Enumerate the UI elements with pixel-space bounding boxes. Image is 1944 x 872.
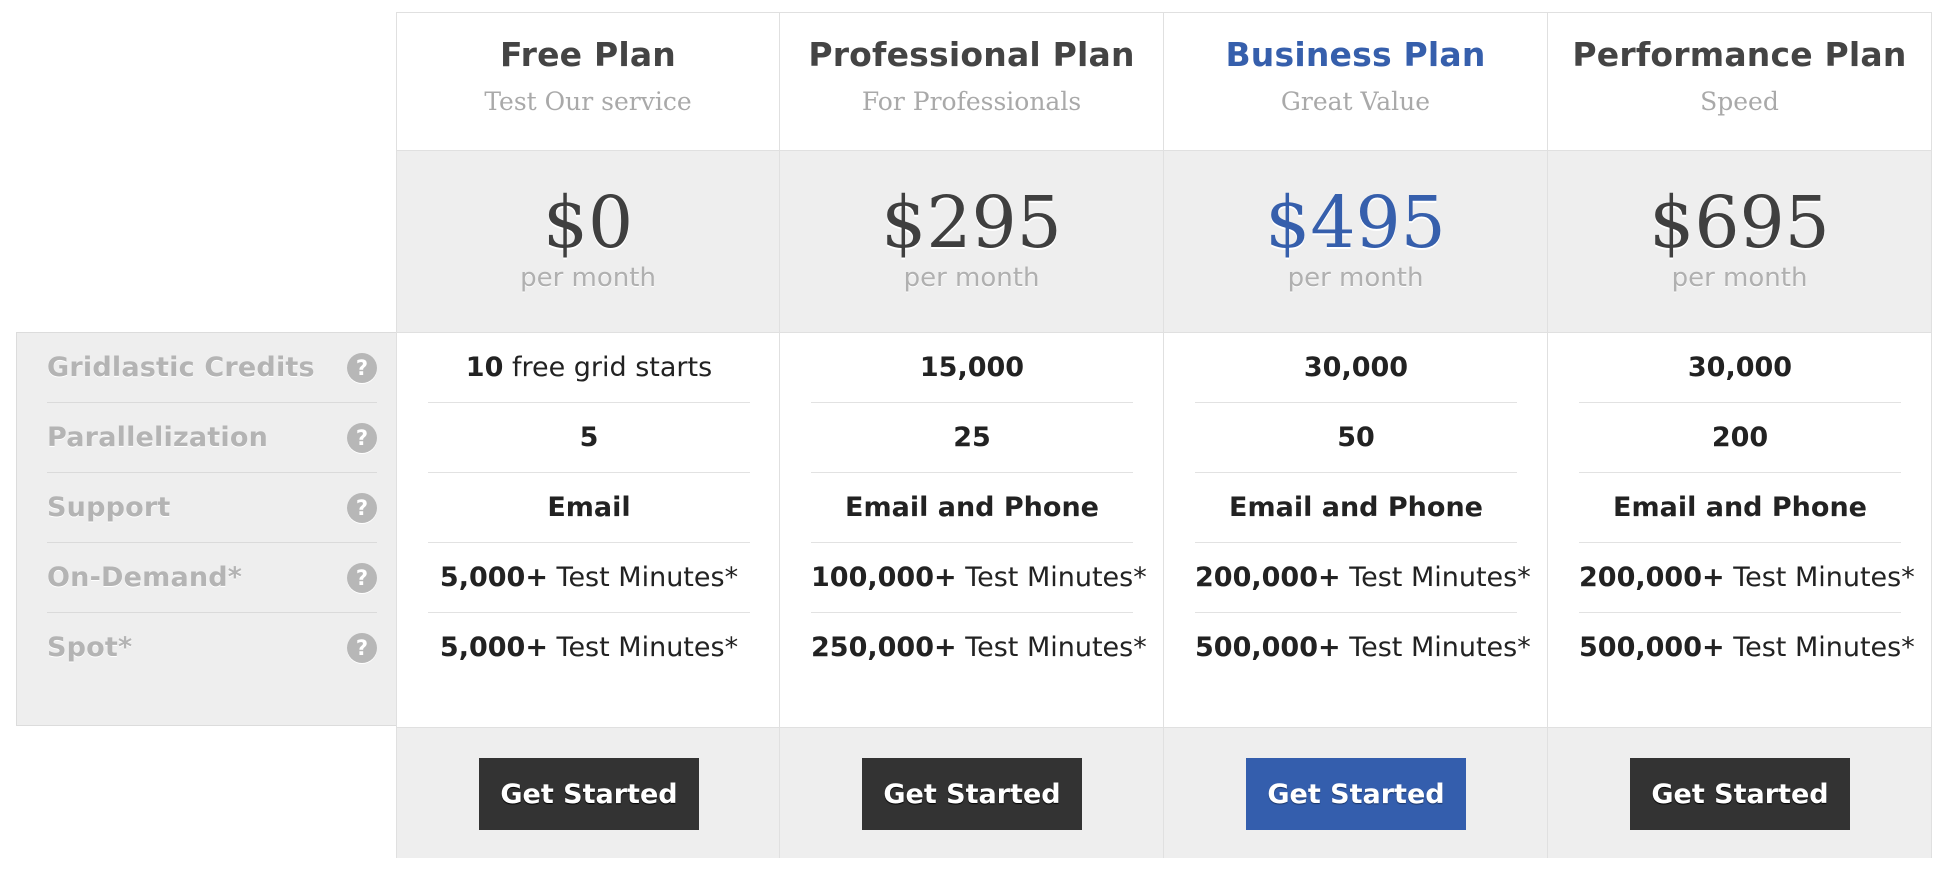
- feature-value: 5,000+ Test Minutes*: [439, 632, 739, 663]
- feature-value: Email and Phone: [811, 473, 1133, 543]
- get-started-button[interactable]: Get Started: [1246, 758, 1466, 830]
- plan-footer: Get Started: [1164, 727, 1547, 858]
- feature-value: 200: [1579, 403, 1901, 473]
- feature-value: Email: [428, 473, 750, 543]
- plan-tagline: Speed: [1700, 87, 1779, 116]
- plan-footer: Get Started: [397, 727, 779, 858]
- plan-professional: Professional Plan For Professionals $295…: [780, 12, 1164, 858]
- feature-value: 30,000: [1579, 333, 1901, 403]
- plan-business: Business Plan Great Value $495 per month…: [1164, 12, 1548, 858]
- plan-name: Free Plan: [499, 35, 677, 74]
- plan-tagline: Test Our service: [484, 87, 692, 116]
- plan-price-panel: $695 per month: [1548, 151, 1931, 333]
- feature-value: Email and Phone: [1195, 473, 1517, 543]
- get-started-button[interactable]: Get Started: [1630, 758, 1850, 830]
- price-amount: $295: [881, 181, 1062, 264]
- plan-header: Professional Plan For Professionals: [780, 13, 1163, 151]
- pricing-table: Gridlastic Credits ? Parallelization ? S…: [16, 12, 1932, 858]
- price-period: per month: [903, 263, 1040, 293]
- question-circle-icon[interactable]: ?: [347, 633, 377, 663]
- feature-value: 100,000+ Test Minutes*: [811, 543, 1147, 613]
- plan-features: 10 free grid starts 5 Email 5,000+ Test …: [397, 333, 779, 727]
- plan-price-panel: $495 per month: [1164, 151, 1547, 333]
- plan-free: Free Plan Test Our service $0 per month …: [396, 12, 780, 858]
- question-circle-icon[interactable]: ?: [347, 423, 377, 453]
- feature-label: Spot*: [47, 632, 133, 663]
- question-circle-icon[interactable]: ?: [347, 563, 377, 593]
- feature-value: Email and Phone: [1579, 473, 1901, 543]
- feature-value: 30,000: [1195, 333, 1517, 403]
- plan-header: Free Plan Test Our service: [397, 13, 779, 151]
- price-period: per month: [1671, 263, 1808, 293]
- feature-value: 200,000+ Test Minutes*: [1195, 543, 1531, 613]
- plan-features: 30,000 50 Email and Phone 200,000+ Test …: [1164, 333, 1547, 727]
- price-amount: $0: [542, 181, 634, 264]
- plan-footer: Get Started: [780, 727, 1163, 858]
- get-started-button[interactable]: Get Started: [479, 758, 699, 830]
- feature-label: Gridlastic Credits: [47, 352, 315, 383]
- feature-labels-column: Gridlastic Credits ? Parallelization ? S…: [16, 332, 396, 726]
- plan-footer: Get Started: [1548, 727, 1931, 858]
- feature-value: 25: [811, 403, 1133, 473]
- feature-value: 500,000+ Test Minutes*: [1579, 632, 1915, 663]
- plan-performance: Performance Plan Speed $695 per month 30…: [1548, 12, 1932, 858]
- price-period: per month: [520, 263, 656, 293]
- feature-value: 15,000: [811, 333, 1133, 403]
- feature-row-parallelization: Parallelization ?: [47, 403, 377, 473]
- get-started-button[interactable]: Get Started: [862, 758, 1082, 830]
- feature-value: 10 free grid starts: [428, 333, 750, 403]
- plan-features: 30,000 200 Email and Phone 200,000+ Test…: [1548, 333, 1931, 727]
- plan-header: Business Plan Great Value: [1164, 13, 1547, 151]
- question-circle-icon[interactable]: ?: [347, 353, 377, 383]
- price-amount: $495: [1265, 181, 1446, 264]
- feature-row-support: Support ?: [47, 473, 377, 543]
- feature-row-on-demand: On-Demand* ?: [47, 543, 377, 613]
- feature-value: 5: [428, 403, 750, 473]
- plan-price-panel: $0 per month: [397, 151, 779, 333]
- plan-name: Performance Plan: [1572, 35, 1907, 74]
- feature-value: 500,000+ Test Minutes*: [1195, 632, 1531, 663]
- plan-price-panel: $295 per month: [780, 151, 1163, 333]
- feature-label: Parallelization: [47, 422, 269, 453]
- plan-tagline: Great Value: [1280, 87, 1431, 116]
- plan-features: 15,000 25 Email and Phone 100,000+ Test …: [780, 333, 1163, 727]
- feature-value: 200,000+ Test Minutes*: [1579, 543, 1915, 613]
- feature-label: On-Demand*: [47, 562, 243, 593]
- feature-row-spot: Spot* ?: [47, 613, 377, 683]
- feature-value: 250,000+ Test Minutes*: [811, 632, 1147, 663]
- feature-label: Support: [47, 492, 171, 523]
- plan-tagline: For Professionals: [861, 87, 1082, 116]
- plan-name: Business Plan: [1225, 35, 1486, 74]
- price-period: per month: [1287, 263, 1424, 293]
- plan-name: Professional Plan: [808, 35, 1135, 74]
- price-amount: $695: [1649, 181, 1830, 264]
- feature-row-gridlastic-credits: Gridlastic Credits ?: [47, 333, 377, 403]
- question-circle-icon[interactable]: ?: [347, 493, 377, 523]
- feature-value: 5,000+ Test Minutes*: [428, 543, 750, 613]
- plan-header: Performance Plan Speed: [1548, 13, 1931, 151]
- feature-value: 50: [1195, 403, 1517, 473]
